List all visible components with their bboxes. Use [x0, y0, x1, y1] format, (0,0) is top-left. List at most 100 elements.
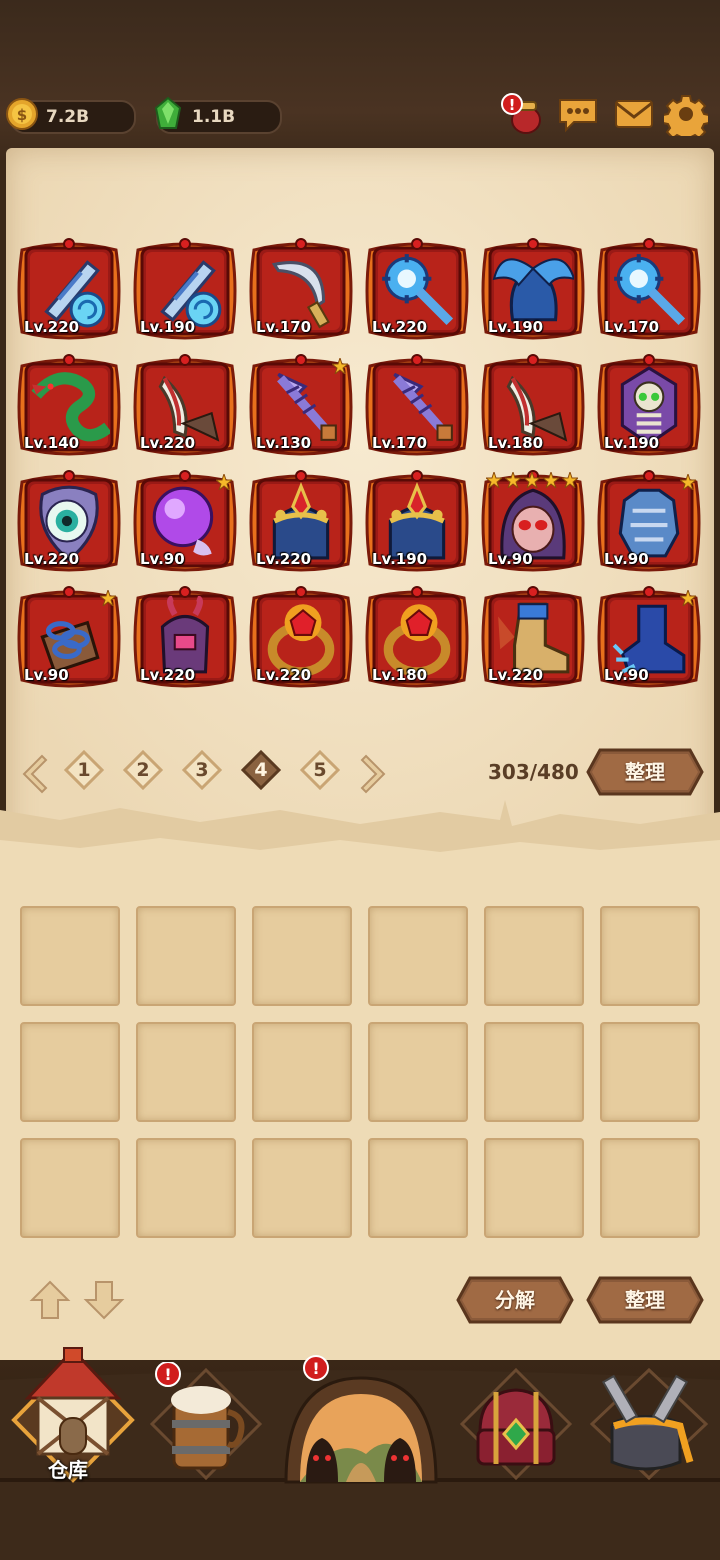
nav-adventure-icon[interactable]: !: [276, 1354, 446, 1484]
empty-slot[interactable]: [484, 1138, 584, 1238]
item-level: Lv.180: [372, 666, 428, 684]
page-3-button[interactable]: 3: [181, 749, 223, 791]
item-level: Lv.220: [372, 318, 428, 336]
sort-button-top-label: 整理: [625, 760, 665, 784]
empty-slot[interactable]: [600, 906, 700, 1006]
equipment-item-spear[interactable]: Lv.170: [362, 352, 472, 462]
next-page-arrow-icon[interactable]: [358, 752, 392, 796]
page-4-button[interactable]: 4: [240, 749, 282, 791]
empty-slot[interactable]: [20, 906, 120, 1006]
empty-slot[interactable]: [252, 906, 352, 1006]
nav-forge-icon[interactable]: [584, 1362, 714, 1482]
equipment-item-crown-helm[interactable]: Lv.220: [246, 468, 356, 578]
star-icon: [332, 358, 348, 374]
item-level: Lv.170: [604, 318, 660, 336]
sort-button-bottom-label: 整理: [625, 1288, 665, 1312]
item-level: Lv.220: [256, 666, 312, 684]
gem-value: 1.1B: [192, 107, 236, 127]
equipment-item-orb[interactable]: Lv.90: [130, 468, 240, 578]
quest-bag-icon[interactable]: !: [500, 92, 544, 136]
item-level: Lv.220: [256, 550, 312, 568]
empty-slot[interactable]: [20, 1138, 120, 1238]
empty-slot[interactable]: [252, 1138, 352, 1238]
svg-text:!: !: [509, 96, 516, 114]
gem-counter[interactable]: 1.1B: [154, 96, 282, 134]
item-level: Lv.140: [24, 434, 80, 452]
empty-slot[interactable]: [20, 1022, 120, 1122]
settings-gear-icon[interactable]: [664, 92, 708, 136]
equipment-item-ice-boots[interactable]: Lv.90: [594, 584, 704, 694]
item-level: Lv.190: [604, 434, 660, 452]
equipment-item-serpent[interactable]: Lv.140: [14, 352, 124, 462]
empty-slot[interactable]: [484, 906, 584, 1006]
item-level: Lv.180: [488, 434, 544, 452]
empty-slot[interactable]: [368, 1138, 468, 1238]
page-number: 5: [313, 759, 327, 781]
star-icon: [680, 474, 696, 490]
empty-slot[interactable]: [136, 906, 236, 1006]
page-5-button[interactable]: 5: [299, 749, 341, 791]
empty-slot[interactable]: [600, 1138, 700, 1238]
star-icon: [216, 474, 232, 490]
item-level: Lv.220: [24, 318, 80, 336]
equipment-item-spear[interactable]: Lv.130: [246, 352, 356, 462]
equipment-item-skull-hood[interactable]: Lv.90: [478, 468, 588, 578]
item-level: Lv.90: [488, 550, 533, 568]
item-level: Lv.90: [604, 550, 649, 568]
equipment-item-scimitar[interactable]: Lv.170: [246, 236, 356, 346]
star-icon: [543, 472, 559, 488]
scroll-down-arrow-icon[interactable]: [82, 1278, 126, 1322]
empty-slot[interactable]: [368, 1022, 468, 1122]
sort-button-top[interactable]: 整理: [586, 748, 704, 796]
mail-icon[interactable]: [612, 92, 656, 136]
nav-treasure-icon[interactable]: [456, 1362, 576, 1482]
svg-text:!: !: [164, 1365, 171, 1384]
item-level: Lv.220: [140, 434, 196, 452]
page-number: 1: [77, 759, 91, 781]
nav-warehouse-label: 仓库: [48, 1458, 88, 1482]
equipment-item-claw-blade[interactable]: Lv.180: [478, 352, 588, 462]
item-level: Lv.90: [24, 666, 69, 684]
equipment-item-sword[interactable]: Lv.190: [130, 236, 240, 346]
prev-page-arrow-icon[interactable]: [16, 752, 50, 796]
equipment-item-sword[interactable]: Lv.220: [14, 236, 124, 346]
dismantle-button[interactable]: 分解: [456, 1276, 574, 1324]
item-level: Lv.220: [140, 666, 196, 684]
equipment-item-fire-ring[interactable]: Lv.220: [246, 584, 356, 694]
page-2-button[interactable]: 2: [122, 749, 164, 791]
equipment-item-eye-shield[interactable]: Lv.220: [14, 468, 124, 578]
chat-icon[interactable]: [556, 92, 600, 136]
equipment-item-mace[interactable]: Lv.170: [594, 236, 704, 346]
equipment-item-demon-gloves[interactable]: Lv.220: [130, 584, 240, 694]
item-level: Lv.130: [256, 434, 312, 452]
equipment-item-chain-gloves[interactable]: Lv.90: [14, 584, 124, 694]
empty-slot[interactable]: [368, 906, 468, 1006]
svg-text:!: !: [312, 1359, 319, 1378]
equipment-item-claw-blade[interactable]: Lv.220: [130, 352, 240, 462]
equipment-item-armor[interactable]: Lv.90: [594, 468, 704, 578]
equipment-item-fire-ring[interactable]: Lv.180: [362, 584, 472, 694]
gold-counter[interactable]: $ 7.2B: [6, 98, 136, 134]
empty-slot[interactable]: [136, 1022, 236, 1122]
item-level: Lv.170: [256, 318, 312, 336]
equipment-item-crown-helm[interactable]: Lv.190: [362, 468, 472, 578]
empty-slot[interactable]: [600, 1022, 700, 1122]
item-level: Lv.170: [372, 434, 428, 452]
nav-tavern-icon[interactable]: !: [146, 1362, 266, 1482]
equipment-item-skull-shield[interactable]: Lv.190: [594, 352, 704, 462]
empty-slot[interactable]: [252, 1022, 352, 1122]
star-icon: [524, 472, 540, 488]
empty-slot[interactable]: [484, 1022, 584, 1122]
equipment-item-helmet-wings[interactable]: Lv.190: [478, 236, 588, 346]
page-number: 4: [254, 759, 268, 781]
page-1-button[interactable]: 1: [63, 749, 105, 791]
empty-slot[interactable]: [136, 1138, 236, 1238]
sort-button-bottom[interactable]: 整理: [586, 1276, 704, 1324]
page-number: 2: [136, 759, 150, 781]
item-level: Lv.220: [488, 666, 544, 684]
scroll-up-arrow-icon[interactable]: [28, 1278, 72, 1322]
gold-value: 7.2B: [46, 107, 90, 127]
equipment-item-mace[interactable]: Lv.220: [362, 236, 472, 346]
page-number: 3: [195, 759, 209, 781]
equipment-item-boots[interactable]: Lv.220: [478, 584, 588, 694]
